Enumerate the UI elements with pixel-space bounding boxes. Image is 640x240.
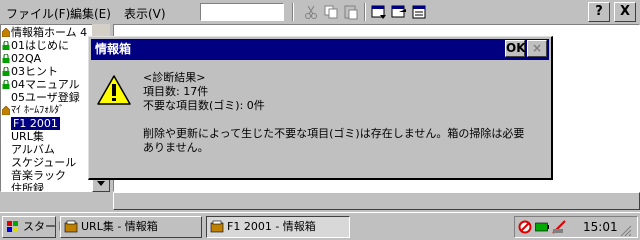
ok-button[interactable]: OK [505,40,526,57]
infobox-icon [64,220,78,233]
tree-item-label: 05ユーザ登録 [11,91,80,104]
infobox-icon [210,220,224,233]
taskbar: スタート URL集 - 情報箱 F1 2001 - 情報箱 15:01 [0,212,640,240]
message-line [143,113,524,127]
task-url[interactable]: URL集 - 情報箱 [60,216,202,238]
dialog-title-bar: 情報箱 [91,39,549,60]
home-icon [2,28,10,37]
message-line: 項目数: 17件 [143,85,209,98]
warning-icon [97,75,131,105]
lock-icon [2,67,10,76]
clock: 15:01 [583,220,618,234]
tree-item-label: スケジュール [11,156,77,169]
status-bar [113,192,640,210]
message-line: 不要な項目数(ゴミ): 0件 [143,99,265,112]
close-button[interactable]: X [614,2,636,22]
battery-icon[interactable] [535,222,549,232]
tree-item-label: 01はじめに [11,39,69,52]
window-arrow-icon[interactable] [390,3,408,21]
info-dialog: 情報箱 OK × <診断結果> 項目数: 17件 不要な項目数(ゴミ): 0件 … [88,36,553,180]
window-icon[interactable] [370,3,388,21]
tree-item-label: 04マニュアル [11,78,80,91]
menu-file[interactable]: ファイル(F) [6,5,70,22]
address-input[interactable] [200,3,284,21]
dialog-title: 情報箱 [95,42,132,56]
ok-label: OK [506,41,526,55]
no-entry-icon[interactable] [518,220,532,234]
copy-icon[interactable] [322,3,340,21]
lock-icon [2,41,10,50]
close-icon: X [619,4,631,19]
tree-item-label: F1 2001 [11,117,60,130]
tree-item-label: 03ヒント [11,65,58,78]
message-line: ありません。 [143,141,209,154]
dialog-message: <診断結果> 項目数: 17件 不要な項目数(ゴミ): 0件 削除や更新によって… [143,71,524,155]
close-icon: × [531,41,543,55]
tree-item-label: ﾏｲ ﾎｰﾑﾌｫﾙﾀﾞ [11,105,65,116]
tree-item-label: 住所録 [11,182,44,192]
resize-grip-icon [620,225,632,237]
tree-item-label: 02QA [11,52,42,65]
task-label: F1 2001 - 情報箱 [227,220,316,233]
lock-icon [2,54,10,63]
pen-icon[interactable] [551,219,567,235]
tree-item-label: URL集 [11,130,44,143]
menu-bar: ファイル(F) 編集(E) 表示(V) ? X [0,0,640,24]
task-label: URL集 - 情報箱 [81,220,158,233]
menu-edit[interactable]: 編集(E) [70,5,111,22]
windows-logo-icon [7,221,18,232]
tree-item-label: 音楽ラック [11,169,66,182]
cut-icon[interactable] [302,3,320,21]
tree-item-label: アルバム [11,143,55,156]
message-line: 削除や更新によって生じた不要な項目(ゴミ)は存在しません。箱の掃除は必要 [143,127,525,140]
resize-grip[interactable] [618,223,632,237]
help-button[interactable]: ? [588,2,610,22]
home-icon [2,106,10,115]
message-line: <診断結果> [143,71,206,84]
help-icon: ? [595,4,603,19]
menu-view[interactable]: 表示(V) [124,5,166,22]
task-f1[interactable]: F1 2001 - 情報箱 [206,216,350,238]
lock-icon [2,80,10,89]
paste-icon[interactable] [342,3,360,21]
start-button[interactable]: スタート [2,216,67,238]
dialog-close-button[interactable]: × [527,40,547,57]
window-list-icon[interactable] [410,3,428,21]
tree-item-label: 情報箱ホーム 4 [11,26,88,39]
